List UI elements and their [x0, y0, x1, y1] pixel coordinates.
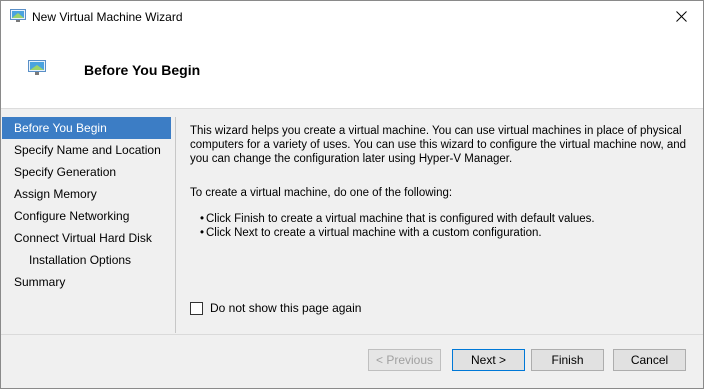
- finish-button[interactable]: Finish: [531, 349, 604, 371]
- nav-item-specify-generation[interactable]: Specify Generation: [2, 161, 171, 183]
- nav-item-before-you-begin[interactable]: Before You Begin: [2, 117, 171, 139]
- virtual-machine-icon: [10, 9, 26, 22]
- do-not-show-again-option[interactable]: Do not show this page again: [190, 301, 361, 315]
- window-title: New Virtual Machine Wizard: [32, 10, 183, 24]
- intro-text: This wizard helps you create a virtual m…: [190, 125, 687, 165]
- checkbox-label[interactable]: Do not show this page again: [210, 301, 361, 315]
- cancel-button[interactable]: Cancel: [613, 349, 686, 371]
- nav-item-connect-virtual-hard-disk[interactable]: Connect Virtual Hard Disk: [2, 227, 171, 249]
- page-title: Before You Begin: [84, 62, 201, 78]
- wizard-steps-nav: Before You Begin Specify Name and Locati…: [1, 117, 175, 293]
- options-list: • Click Finish to create a virtual machi…: [190, 212, 690, 240]
- bullet-text: Click Finish to create a virtual machine…: [206, 213, 595, 225]
- list-item: • Click Next to create a virtual machine…: [190, 226, 690, 240]
- close-button[interactable]: [659, 1, 703, 32]
- page-header: Before You Begin: [1, 32, 703, 109]
- wizard-window: New Virtual Machine Wizard Before You Be…: [0, 0, 704, 389]
- do-not-show-again-checkbox[interactable]: [190, 301, 203, 315]
- next-button[interactable]: Next >: [452, 349, 525, 371]
- close-icon: [675, 11, 687, 22]
- title-bar: New Virtual Machine Wizard: [1, 1, 703, 32]
- nav-item-specify-name-and-location[interactable]: Specify Name and Location: [2, 139, 171, 161]
- list-item: • Click Finish to create a virtual machi…: [190, 212, 690, 226]
- nav-item-installation-options[interactable]: Installation Options: [2, 249, 171, 271]
- footer-divider: [1, 334, 703, 335]
- nav-item-assign-memory[interactable]: Assign Memory: [2, 183, 171, 205]
- nav-item-summary[interactable]: Summary: [2, 271, 171, 293]
- nav-item-configure-networking[interactable]: Configure Networking: [2, 205, 171, 227]
- page-content: This wizard helps you create a virtual m…: [190, 124, 690, 240]
- nav-divider: [175, 117, 176, 333]
- instruction-text: To create a virtual machine, do one of t…: [190, 187, 453, 199]
- bullet-text: Click Next to create a virtual machine w…: [206, 227, 542, 239]
- previous-button[interactable]: < Previous: [368, 349, 441, 371]
- virtual-machine-icon: [28, 60, 46, 75]
